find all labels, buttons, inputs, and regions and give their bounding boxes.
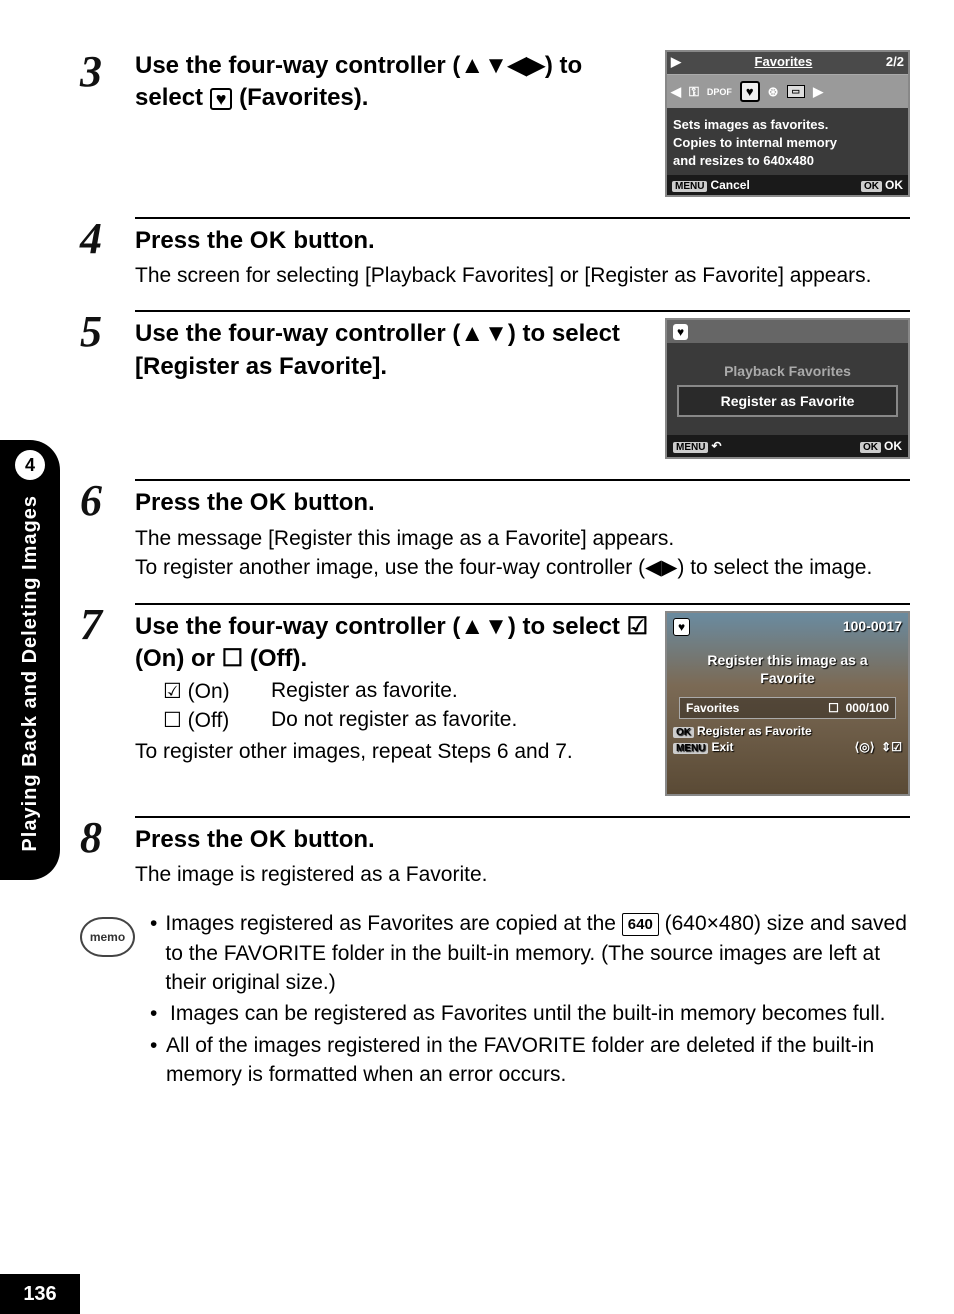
startup-icon: ⊛ <box>768 84 779 100</box>
step-4-desc: The screen for selecting [Playback Favor… <box>135 261 910 290</box>
step-8-desc: The image is registered as a Favorite. <box>135 860 910 889</box>
ok-text: OK <box>884 439 902 453</box>
checkbox-icon: ☐ <box>828 701 839 715</box>
step-number: 6 <box>80 479 120 523</box>
chapter-title: Playing Back and Deleting Images <box>19 495 42 852</box>
lcd-register-image: ♥ 100-0017 Register this image as a Favo… <box>665 611 910 796</box>
page-number: 136 <box>0 1274 80 1314</box>
lcd-title: Favorites <box>755 54 813 70</box>
step-number: 5 <box>80 310 120 354</box>
lcd-description: Sets images as favorites. Copies to inte… <box>667 108 908 175</box>
playback-icon: ▶ <box>671 54 681 70</box>
lcd-favorites-palette: ▶ Favorites 2/2 ◀ ⚿ DPOF ♥ ⊛ ▭ ▶ Set <box>665 50 910 197</box>
size-640-badge: 640 <box>622 913 659 936</box>
file-number: 100-0017 <box>843 618 902 634</box>
menu-register-as-favorite: Register as Favorite <box>677 385 898 417</box>
on-option: ☑ (On) <box>163 679 253 704</box>
step-3-title: Use the four-way controller (▲▼◀▶) to se… <box>135 50 650 115</box>
nav-icons: ⟨◎⟩ ⇕☑ <box>855 740 902 754</box>
lcd-icon-row: ◀ ⚿ DPOF ♥ ⊛ ▭ ▶ <box>667 75 908 108</box>
register-as-favorite-label: Register as Favorite <box>697 724 812 738</box>
memo-block: memo •Images registered as Favorites are… <box>80 909 910 1091</box>
step-6-desc: The message [Register this image as a Fa… <box>135 524 910 583</box>
step-number: 8 <box>80 816 120 860</box>
step-8-title: Press the OK button. <box>135 824 910 856</box>
key-icon: ⚿ <box>689 84 699 100</box>
step-4-title: Press the OK button. <box>135 225 910 257</box>
step-6: 6 Press the OK button. The message [Regi… <box>80 479 910 582</box>
step-3: 3 Use the four-way controller (▲▼◀▶) to … <box>80 50 910 197</box>
menu-button-label: MENU <box>672 181 707 192</box>
memo-icon: memo <box>80 917 135 957</box>
step-8: 8 Press the OK button. The image is regi… <box>80 816 910 890</box>
chapter-side-tab: 4 Playing Back and Deleting Images <box>0 440 60 880</box>
on-desc: Register as favorite. <box>271 679 458 704</box>
back-icon: ↶ <box>711 439 721 453</box>
step-6-title: Press the OK button. <box>135 487 910 519</box>
step-4: 4 Press the OK button. The screen for se… <box>80 217 910 291</box>
memo-bullet-3: All of the images registered in the FAVO… <box>166 1031 910 1090</box>
step-7-repeat: To register other images, repeat Steps 6… <box>135 737 650 766</box>
favorites-counter-bar: Favorites ☐ 000/100 <box>679 697 896 719</box>
step-number: 3 <box>80 50 120 94</box>
lcd-page-indicator: 2/2 <box>886 54 904 70</box>
step-7-title: Use the four-way controller (▲▼) to sele… <box>135 611 650 676</box>
frame-icon: ▭ <box>787 85 806 98</box>
step-5-title: Use the four-way controller (▲▼) to sele… <box>135 318 650 383</box>
menu-button-label: MENU <box>673 743 708 754</box>
step-number: 7 <box>80 603 120 647</box>
ok-button-label: OK <box>860 442 881 453</box>
favorites-icon: ♥ <box>210 88 233 110</box>
memo-bullet-1: Images registered as Favorites are copie… <box>165 909 910 997</box>
ok-text: OK <box>885 178 903 192</box>
exit-label: Exit <box>711 740 733 754</box>
off-option: ☐ (Off) <box>163 708 253 733</box>
off-desc: Do not register as favorite. <box>271 708 517 733</box>
chapter-number-badge: 4 <box>15 450 45 480</box>
cancel-label: Cancel <box>710 178 749 192</box>
memo-bullet-2: Images can be registered as Favorites un… <box>170 999 886 1028</box>
page-content: 3 Use the four-way controller (▲▼◀▶) to … <box>80 50 910 1092</box>
step-7: 7 Use the four-way controller (▲▼) to se… <box>80 603 910 796</box>
ok-button-label: OK <box>861 181 882 192</box>
favorites-icon-selected: ♥ <box>740 81 760 102</box>
favorites-icon: ♥ <box>673 324 688 340</box>
menu-button-label: MENU <box>673 442 708 453</box>
menu-playback-favorites: Playback Favorites <box>677 357 898 385</box>
favorites-icon: ♥ <box>673 618 690 636</box>
dpof-icon: DPOF <box>707 87 732 97</box>
ok-button-label: OK <box>673 727 694 738</box>
lcd-favorite-menu: ♥ Playback Favorites Register as Favorit… <box>665 318 910 459</box>
step-5: 5 Use the four-way controller (▲▼) to se… <box>80 310 910 459</box>
step-number: 4 <box>80 217 120 261</box>
